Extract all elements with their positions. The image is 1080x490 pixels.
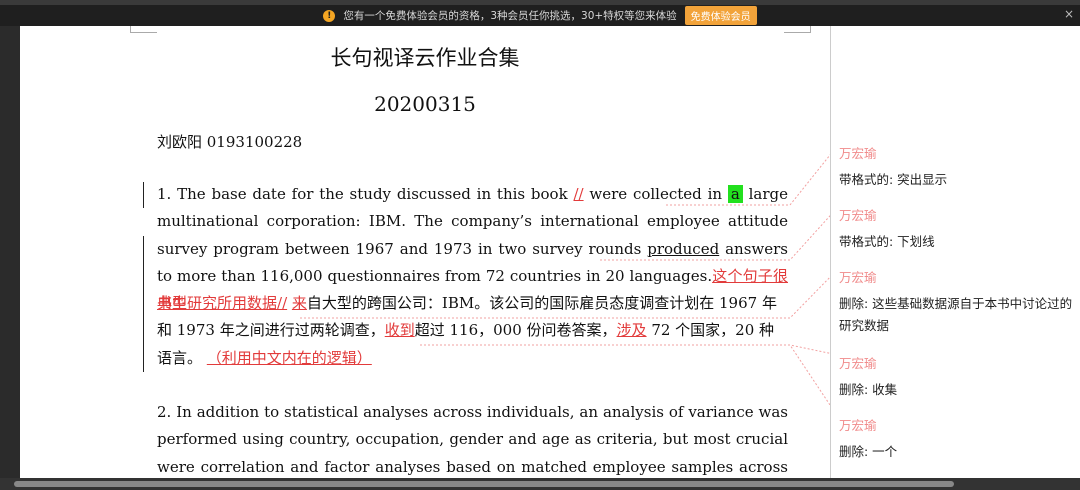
comment-author: 万宏瑜 [839,270,877,285]
comment-5[interactable]: 万宏瑜 删除: 一个 [839,415,1079,463]
comment-author: 万宏瑜 [839,356,877,371]
connector-5 [620,344,839,418]
comment-text: 带格式的: 下划线 [839,234,935,249]
comment-4[interactable]: 万宏瑜 删除: 收集 [839,353,1079,401]
comment-text: 删除: 这些基础数据源自于本书中讨论过的研究数据 [839,296,1073,333]
scrollbar-thumb[interactable] [14,481,954,487]
connector-2 [600,206,839,261]
comment-author: 万宏瑜 [839,418,877,433]
comment-panel: 万宏瑜 带格式的: 突出显示 万宏瑜 带格式的: 下划线 万宏瑜 删除: 这些基… [830,26,1080,478]
comment-text: 删除: 收集 [839,382,898,397]
comment-author: 万宏瑜 [839,146,877,161]
comment-author: 万宏瑜 [839,208,877,223]
comment-2[interactable]: 万宏瑜 带格式的: 下划线 [839,205,1079,253]
comment-text: 删除: 一个 [839,444,898,459]
comment-1[interactable]: 万宏瑜 带格式的: 突出显示 [839,143,1079,191]
connector-4 [420,344,839,356]
connector-3 [300,268,839,319]
horizontal-scrollbar[interactable] [0,478,1080,490]
connector-1 [666,144,839,206]
comment-3[interactable]: 万宏瑜 删除: 这些基础数据源自于本书中讨论过的研究数据 [839,267,1079,337]
comment-text: 带格式的: 突出显示 [839,172,948,187]
